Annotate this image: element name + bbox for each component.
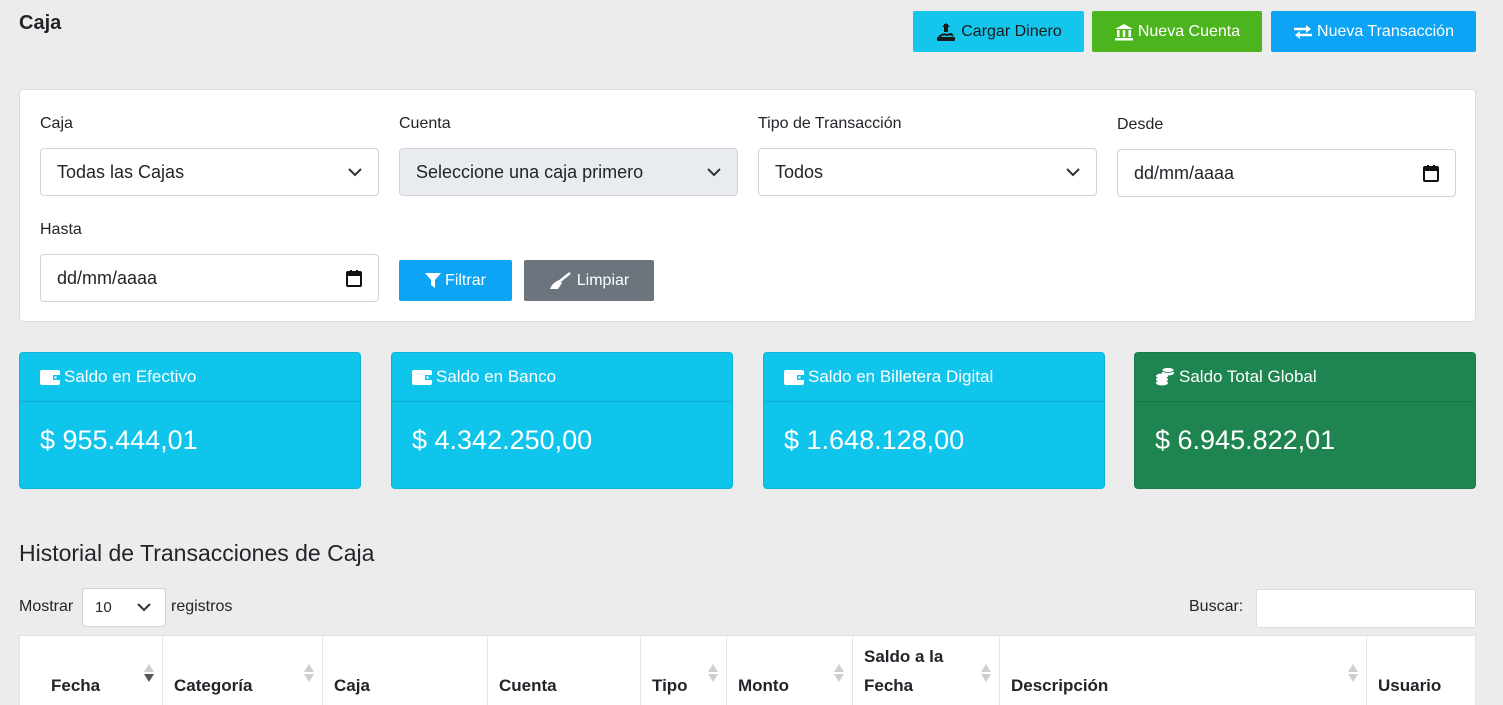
nueva-cuenta-label: Nueva Cuenta — [1137, 22, 1241, 40]
exchange-icon — [1294, 24, 1313, 39]
saldo-banco-amount: $ 4.342.250,00 — [412, 425, 593, 455]
hand-coin-icon — [937, 22, 956, 41]
tipo-filter-label: Tipo de Transacción — [758, 115, 902, 132]
hasta-filter-label: Hasta — [40, 221, 82, 238]
sort-indicator-icon — [304, 664, 314, 682]
show-entries-label: Mostrar — [19, 598, 74, 615]
calendar-icon[interactable] — [1423, 164, 1439, 182]
bank-icon — [1114, 23, 1133, 40]
cargar-dinero-label: Cargar Dinero — [961, 22, 1062, 40]
cuenta-filter-label: Cuenta — [399, 115, 451, 132]
hasta-date-input[interactable]: dd/mm/aaaa — [40, 254, 379, 302]
filter-icon — [425, 272, 442, 288]
column-header-fecha-label: Fecha — [51, 676, 101, 695]
column-header-saldo-fecha[interactable]: Saldo a la Fecha — [853, 636, 1000, 705]
saldo-total-card: Saldo Total Global $ 6.945.822,01 — [1134, 352, 1476, 489]
saldo-efectivo-amount: $ 955.444,01 — [40, 425, 198, 455]
saldo-billetera-amount: $ 1.648.128,00 — [784, 425, 965, 455]
records-label: registros — [171, 598, 233, 615]
hasta-date-value: dd/mm/aaaa — [57, 267, 158, 288]
desde-filter-label: Desde — [1117, 116, 1164, 133]
saldo-total-label: Saldo Total Global — [1179, 367, 1317, 386]
column-header-tipo-label: Tipo — [652, 676, 688, 695]
nueva-transaccion-button[interactable]: Nueva Transacción — [1271, 11, 1476, 52]
search-label: Buscar: — [1189, 598, 1244, 615]
saldo-billetera-card: Saldo en Billetera Digital $ 1.648.128,0… — [763, 352, 1105, 489]
chevron-down-icon — [1066, 167, 1080, 176]
chevron-down-icon — [137, 603, 151, 612]
broom-icon — [549, 271, 571, 289]
wallet-icon — [784, 369, 804, 385]
column-header-descripcion-label: Descripción — [1011, 676, 1109, 695]
column-header-caja-label: Caja — [334, 676, 370, 695]
caja-select[interactable]: Todas las Cajas — [40, 148, 379, 196]
page-title: Caja — [19, 12, 62, 34]
column-header-usuario-label: Usuario — [1378, 676, 1442, 695]
history-title: Historial de Transacciones de Caja — [19, 540, 375, 566]
wallet-icon — [412, 369, 432, 385]
wallet-icon — [40, 369, 60, 385]
filtrar-button[interactable]: Filtrar — [399, 260, 512, 301]
limpiar-label: Limpiar — [576, 271, 630, 289]
page-length-select[interactable]: 10 — [82, 588, 166, 627]
column-header-tipo[interactable]: Tipo — [641, 636, 727, 705]
desde-date-value: dd/mm/aaaa — [1134, 162, 1235, 183]
caja-filter-label: Caja — [40, 115, 73, 132]
sort-indicator-icon — [1348, 664, 1358, 682]
saldo-banco-label: Saldo en Banco — [436, 367, 557, 386]
saldo-total-amount: $ 6.945.822,01 — [1155, 425, 1336, 455]
calendar-icon[interactable] — [346, 269, 362, 287]
desde-date-input[interactable]: dd/mm/aaaa — [1117, 149, 1456, 197]
page-length-value: 10 — [95, 599, 112, 616]
column-header-cuenta-label: Cuenta — [499, 676, 557, 695]
search-input[interactable] — [1256, 589, 1476, 628]
column-header-descripcion[interactable]: Descripción — [1000, 636, 1367, 705]
column-header-categoria[interactable]: Categoría — [163, 636, 323, 705]
column-header-cuenta[interactable]: Cuenta — [488, 636, 641, 705]
coins-icon — [1156, 367, 1175, 386]
caja-select-value: Todas las Cajas — [57, 161, 185, 182]
table-header: Fecha Categoría Caja Cuenta Tipo Monto S… — [19, 635, 1476, 705]
chevron-down-icon — [348, 167, 362, 176]
filtrar-label: Filtrar — [445, 271, 486, 289]
saldo-efectivo-label: Saldo en Efectivo — [64, 367, 197, 386]
saldo-billetera-label: Saldo en Billetera Digital — [808, 367, 994, 386]
cuenta-select[interactable]: Seleccione una caja primero — [399, 148, 738, 196]
column-header-monto-label: Monto — [738, 676, 789, 695]
nueva-transaccion-label: Nueva Transacción — [1317, 22, 1454, 40]
sort-indicator-icon — [981, 664, 991, 682]
tipo-select[interactable]: Todos — [758, 148, 1097, 196]
column-header-saldo-fecha-line1: Saldo a la — [864, 647, 944, 666]
filter-panel: Caja Todas las Cajas Cuenta Seleccione u… — [19, 89, 1476, 322]
sort-indicator-icon — [708, 664, 718, 682]
saldo-banco-card: Saldo en Banco $ 4.342.250,00 — [391, 352, 733, 489]
column-header-saldo-fecha-line2: Fecha — [864, 676, 914, 695]
saldo-efectivo-card: Saldo en Efectivo $ 955.444,01 — [19, 352, 361, 489]
column-header-caja[interactable]: Caja — [323, 636, 488, 705]
column-header-categoria-label: Categoría — [174, 676, 253, 695]
limpiar-button[interactable]: Limpiar — [524, 260, 654, 301]
sort-indicator-icon — [144, 664, 154, 682]
chevron-down-icon — [707, 167, 721, 176]
tipo-select-value: Todos — [775, 161, 824, 182]
sort-indicator-icon — [834, 664, 844, 682]
column-header-usuario[interactable]: Usuario — [1367, 636, 1475, 705]
nueva-cuenta-button[interactable]: Nueva Cuenta — [1092, 11, 1262, 52]
cuenta-select-value: Seleccione una caja primero — [416, 161, 644, 182]
cargar-dinero-button[interactable]: Cargar Dinero — [913, 11, 1084, 52]
column-header-fecha[interactable]: Fecha — [20, 636, 163, 705]
column-header-monto[interactable]: Monto — [727, 636, 853, 705]
